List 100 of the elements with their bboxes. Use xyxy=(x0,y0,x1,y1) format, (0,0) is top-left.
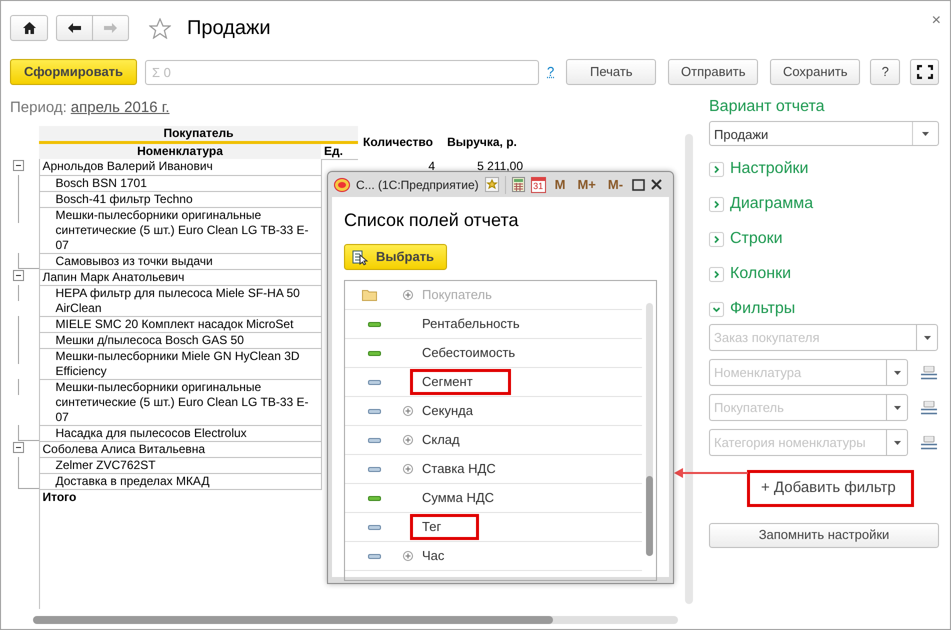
filter-field[interactable]: Номенклатура xyxy=(709,359,886,386)
filter-field[interactable]: Покупатель xyxy=(709,394,886,421)
field-label[interactable]: Секунда xyxy=(422,401,473,421)
field-label[interactable]: Сегмент xyxy=(410,369,511,395)
back-button[interactable] xyxy=(56,15,93,41)
field-label[interactable]: Сумма НДС xyxy=(422,488,494,508)
dropdown-button[interactable] xyxy=(886,394,908,421)
close-icon[interactable] xyxy=(651,179,662,190)
section-toggle[interactable]: Фильтры xyxy=(709,297,796,321)
horizontal-scrollbar[interactable] xyxy=(33,616,678,624)
group-filter-icon[interactable] xyxy=(921,436,937,450)
help-button[interactable]: ? xyxy=(870,59,900,85)
fullscreen-icon xyxy=(916,65,933,79)
table-cell: Мешки-пылесборники оригинальные синтетические (5 шт.) Euro Clean LG TB-33 E-07 xyxy=(56,380,309,424)
table-cell: 5 211,00 xyxy=(477,159,523,173)
memory-button[interactable]: M- xyxy=(604,174,626,194)
filter-field[interactable]: Заказ покупателя xyxy=(709,324,916,351)
app-logo-icon xyxy=(334,178,350,192)
dropdown-button[interactable] xyxy=(916,324,938,351)
dropdown-button[interactable] xyxy=(886,359,908,386)
section-toggle[interactable]: Колонки xyxy=(709,262,792,286)
dialog-title: С... (1С:Предприятие) xyxy=(356,176,479,194)
fullscreen-button[interactable] xyxy=(910,59,940,85)
section-toggle[interactable]: Настройки xyxy=(709,157,808,181)
dropdown-icon xyxy=(922,132,929,136)
table-cell: Арнольдов Валерий Иванович xyxy=(39,159,321,175)
group-filter-icon[interactable] xyxy=(921,400,937,414)
tree-line xyxy=(18,473,38,489)
expand-plus-icon[interactable] xyxy=(403,551,413,561)
dropdown-icon xyxy=(894,406,900,410)
vertical-scrollbar[interactable] xyxy=(685,134,693,604)
search-field[interactable]: Σ 0 xyxy=(145,60,540,84)
close-button[interactable]: × xyxy=(932,9,941,33)
dimension-icon xyxy=(368,524,381,530)
toolbar-button[interactable]: Печать xyxy=(566,59,656,85)
memory-button[interactable]: M+ xyxy=(574,174,599,194)
tree-toggle[interactable] xyxy=(13,270,24,281)
field-label[interactable]: Тег xyxy=(410,514,480,540)
calculator-icon[interactable] xyxy=(512,177,525,192)
table-cell: Насадка для пылесосов Electrolux xyxy=(56,426,247,440)
add-filter-link[interactable]: + Добавить фильтр xyxy=(747,470,914,506)
filter-field[interactable]: Категория номенклатуры xyxy=(709,429,886,456)
field-label[interactable]: Склад xyxy=(422,430,460,450)
toolbar-button[interactable]: Отправить xyxy=(668,59,758,85)
dropdown-button[interactable] xyxy=(886,429,908,456)
tree-toggle[interactable] xyxy=(13,442,24,453)
column-header: Выручка, р. xyxy=(446,134,518,151)
list-scrollbar[interactable] xyxy=(646,303,653,556)
calendar-button[interactable]: 31 xyxy=(530,176,546,192)
save-settings-button[interactable]: Запомнить настройки xyxy=(709,522,939,548)
toolbar-button[interactable]: Сохранить xyxy=(770,59,860,85)
expand-plus-icon[interactable] xyxy=(403,406,413,416)
favorite-icon[interactable] xyxy=(484,177,499,192)
table-cell: HEPA фильтр для пылесоса Miele SF-HA 50 AirClean xyxy=(56,286,300,314)
dropdown-icon xyxy=(894,440,900,444)
variant-select[interactable]: Продажи xyxy=(709,121,939,146)
home-button[interactable] xyxy=(10,15,48,41)
table-cell: Zelmer ZVC762ST xyxy=(56,458,156,472)
table-cell: Мешки д/пылесоса Bosch GAS 50 xyxy=(56,332,244,346)
dimension-icon xyxy=(368,438,381,442)
section-toggle[interactable]: Диаграмма xyxy=(709,192,814,216)
expand-plus-icon[interactable] xyxy=(403,435,413,445)
dimension-icon xyxy=(368,380,381,384)
dialog-heading: Список полей отчета xyxy=(344,209,520,232)
table-cell: Bosch BSN 1701 xyxy=(56,176,147,190)
column-header: Количество xyxy=(358,126,438,159)
table-cell: MIELE SMC 20 Комплект насадок MicroSet xyxy=(56,316,294,330)
memory-button[interactable]: M xyxy=(552,174,568,194)
page-title: Продажи xyxy=(187,16,271,41)
field-label[interactable]: Час xyxy=(422,546,444,566)
expand-plus-icon[interactable] xyxy=(403,464,413,474)
help-link[interactable]: ? xyxy=(547,62,554,82)
column-header: Ед. xyxy=(321,142,358,159)
field-label[interactable]: Ставка НДС xyxy=(422,459,496,479)
group-filter-icon[interactable] xyxy=(921,366,937,380)
table-cell: 4 xyxy=(428,159,435,173)
group-title: Вариант отчета xyxy=(709,97,826,117)
table-cell: Самовывоз из точки выдачи xyxy=(56,254,213,268)
resource-icon xyxy=(368,322,381,326)
dropdown-icon xyxy=(924,336,930,340)
total-label: Итого xyxy=(42,490,76,504)
table-cell: Соболева Алиса Витальевна xyxy=(39,441,321,457)
column-header: Покупатель xyxy=(39,126,358,142)
select-icon xyxy=(352,248,368,266)
resource-icon xyxy=(368,350,381,356)
dimension-icon xyxy=(368,408,381,414)
table-cell: Лапин Марк Анатольевич xyxy=(39,269,321,285)
field-label[interactable]: Рентабельность xyxy=(422,314,520,334)
generate-button[interactable]: Сформировать xyxy=(10,59,138,85)
section-toggle[interactable]: Строки xyxy=(709,227,783,251)
table-cell: Мешки-пылесборники Miele GN HyClean 3D Efficiency xyxy=(56,348,300,378)
tree-toggle[interactable] xyxy=(13,160,24,171)
period-link[interactable]: апрель 2016 г. xyxy=(70,97,170,120)
dropdown-icon xyxy=(894,370,900,374)
select-button[interactable]: Выбрать xyxy=(344,244,448,270)
field-label[interactable]: Себестоимость xyxy=(422,343,516,363)
period-label: Период: xyxy=(10,98,67,118)
dimension-icon xyxy=(368,554,381,558)
star-icon[interactable] xyxy=(149,18,171,38)
maximize-icon[interactable] xyxy=(632,178,646,190)
